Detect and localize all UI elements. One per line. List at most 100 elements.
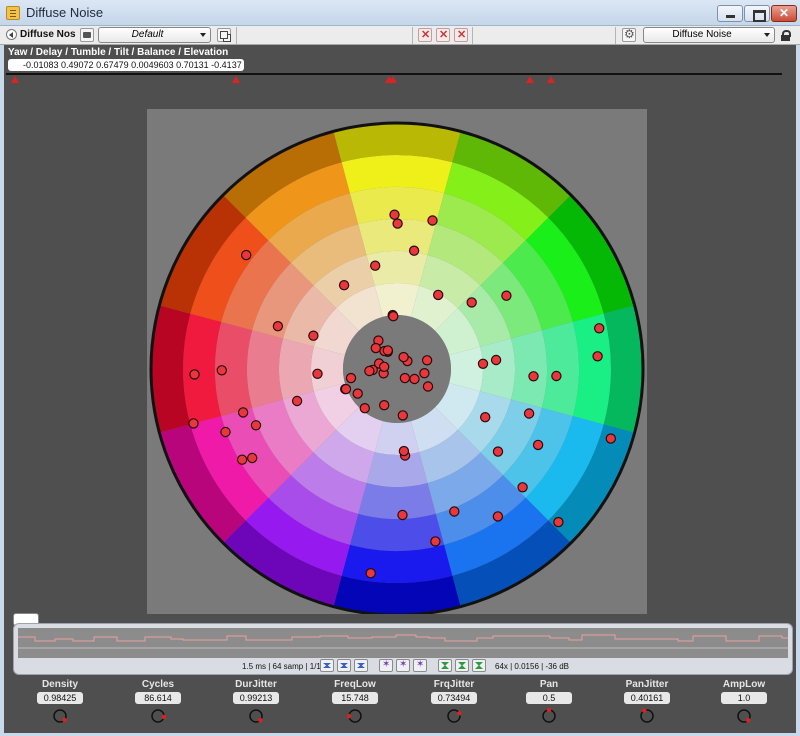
timeline-marker[interactable] [232, 76, 240, 83]
grain-point[interactable] [378, 400, 390, 411]
knob-value[interactable]: 0.98425 [37, 692, 83, 704]
zoom-in-icon[interactable] [438, 659, 452, 672]
grain-point[interactable] [490, 354, 502, 366]
grain-point[interactable] [592, 351, 603, 362]
grain-point[interactable] [359, 403, 370, 414]
grain-point[interactable] [365, 568, 376, 579]
grain-point[interactable] [427, 215, 438, 226]
grain-point[interactable] [399, 372, 411, 384]
knob-durjitter[interactable]: DurJitter 0.99213 [208, 677, 304, 733]
grain-point[interactable] [398, 351, 409, 363]
grain-point[interactable] [240, 249, 252, 261]
copy-icon[interactable] [217, 28, 231, 42]
grain-point[interactable] [532, 439, 544, 451]
center-icon[interactable] [337, 659, 351, 672]
knob-value[interactable]: 86.614 [135, 692, 181, 704]
knob-dial[interactable] [736, 708, 752, 724]
knob-density[interactable]: Density 0.98425 [12, 677, 108, 733]
freeze-icon[interactable] [379, 659, 393, 672]
gear-icon[interactable] [622, 27, 636, 42]
grain-point[interactable] [430, 536, 441, 547]
knob-value[interactable]: 0.99213 [233, 692, 279, 704]
knob-value[interactable]: 1.0 [721, 692, 767, 704]
grain-point[interactable] [220, 426, 231, 438]
knob-dial[interactable] [347, 708, 363, 724]
grain-point[interactable] [291, 395, 303, 407]
grain-point[interactable] [477, 358, 489, 369]
grain-point[interactable] [551, 370, 562, 382]
clear-icon[interactable] [436, 28, 450, 42]
grain-point[interactable] [236, 454, 248, 465]
grain-point[interactable] [312, 368, 323, 379]
delete-icon[interactable] [418, 28, 432, 42]
grain-point[interactable] [466, 297, 477, 308]
maximize-button[interactable] [744, 5, 770, 22]
timeline-marker[interactable] [11, 76, 19, 83]
knob-pan[interactable]: Pan 0.5 [501, 677, 597, 733]
grain-point[interactable] [250, 420, 262, 431]
timeline-marker[interactable] [547, 76, 555, 83]
grain-point[interactable] [492, 511, 504, 522]
zoom-out-icon[interactable] [455, 659, 469, 672]
knob-value[interactable]: 0.40161 [624, 692, 670, 704]
timeline-marker[interactable] [389, 76, 397, 83]
knob-dial[interactable] [248, 708, 264, 724]
color-wheel-canvas[interactable] [147, 109, 647, 614]
grain-point[interactable] [449, 506, 460, 517]
grain-point[interactable] [370, 342, 381, 354]
grain-point[interactable] [398, 445, 410, 457]
grain-point[interactable] [369, 260, 381, 271]
knob-frqjitter[interactable]: FrqJitter 0.73494 [406, 677, 502, 733]
wave-mode-icon[interactable] [396, 659, 410, 672]
grain-point[interactable] [340, 383, 352, 395]
grain-point[interactable] [388, 310, 399, 322]
knob-value[interactable]: 15.748 [332, 692, 378, 704]
grain-point[interactable] [492, 446, 504, 457]
grain-point[interactable] [308, 330, 319, 341]
params-values-field[interactable]: -0.01083 0.49072 0.67479 0.0049603 0.701… [8, 59, 244, 71]
knob-dial[interactable] [639, 708, 655, 724]
knob-amplow[interactable]: AmpLow 1.0 [696, 677, 792, 733]
grain-point[interactable] [382, 345, 393, 356]
grain-point[interactable] [352, 388, 363, 399]
knob-dial[interactable] [52, 708, 68, 724]
grain-point[interactable] [389, 209, 400, 220]
grain-point[interactable] [364, 365, 375, 377]
knob-dial[interactable] [150, 708, 166, 724]
knob-panjitter[interactable]: PanJitter 0.40161 [599, 677, 695, 733]
grain-point[interactable] [553, 516, 564, 528]
grain-point[interactable] [246, 452, 258, 464]
grain-point[interactable] [517, 482, 528, 493]
grain-point[interactable] [419, 368, 430, 379]
grain-point[interactable] [237, 407, 249, 418]
grain-point[interactable] [378, 361, 390, 372]
knob-freqlow[interactable]: FreqLow 15.748 [307, 677, 403, 733]
close-button[interactable] [771, 5, 797, 22]
knob-cycles[interactable]: Cycles 86.614 [110, 677, 206, 733]
grain-point[interactable] [397, 410, 408, 421]
zoom-fit-icon[interactable] [472, 659, 486, 672]
minimize-button[interactable] [717, 5, 743, 22]
grain-point[interactable] [408, 245, 420, 256]
snapshot-icon[interactable] [80, 28, 94, 42]
grain-point[interactable] [421, 355, 433, 366]
grain-point[interactable] [397, 509, 408, 521]
grain-point[interactable] [480, 412, 491, 423]
grain-point[interactable] [594, 323, 605, 334]
spatial-color-wheel-panel[interactable] [147, 109, 647, 614]
grain-point[interactable] [272, 320, 284, 332]
loop-icon[interactable] [413, 659, 427, 672]
timeline-marker[interactable] [526, 76, 534, 83]
knob-dial[interactable] [446, 708, 462, 724]
grain-point[interactable] [528, 371, 539, 382]
grain-point[interactable] [188, 418, 199, 429]
plugin-select[interactable]: Diffuse Noise [643, 27, 775, 43]
fit-icon[interactable] [354, 659, 368, 672]
preset-nav-icon[interactable] [6, 29, 17, 40]
grain-point[interactable] [392, 218, 403, 229]
shrink-icon[interactable] [320, 659, 334, 672]
knob-dial[interactable] [541, 708, 557, 724]
grain-point[interactable] [523, 408, 535, 419]
knob-value[interactable]: 0.73494 [431, 692, 477, 704]
grain-point[interactable] [433, 289, 444, 301]
